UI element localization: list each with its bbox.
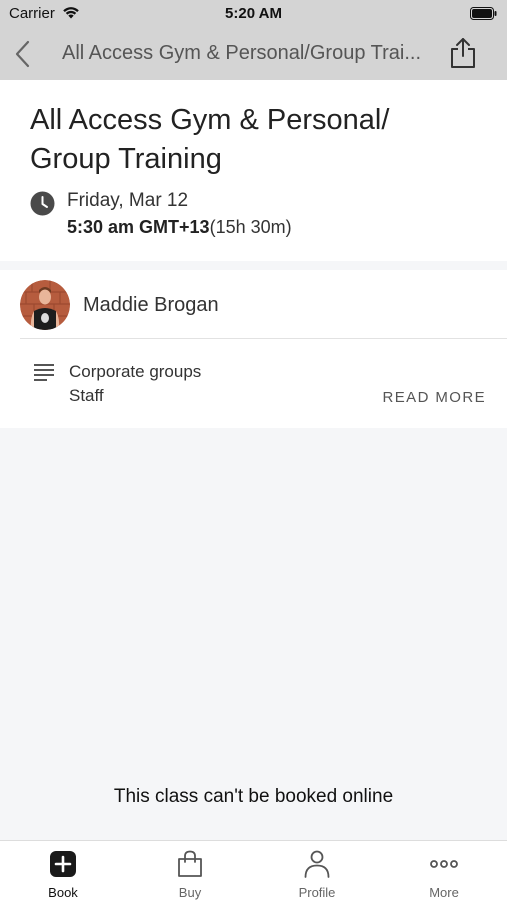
bottom-tab-bar: Book Buy Profile More	[0, 840, 507, 900]
instructor-name[interactable]: Maddie Brogan	[83, 294, 219, 317]
class-title: All Access Gym & Personal/ Group Trainin…	[30, 104, 390, 175]
tab-label: Profile	[298, 885, 336, 900]
read-more-link[interactable]: READ MORE	[383, 389, 486, 406]
description-lines-icon	[34, 364, 54, 381]
class-header-card: All Access Gym & Personal/ Group Trainin…	[0, 80, 507, 261]
tab-label: Buy	[178, 885, 202, 900]
class-time: 5:30 am GMT+13	[67, 217, 210, 237]
status-time: 5:20 AM	[225, 5, 282, 22]
battery-icon	[470, 7, 497, 20]
tab-label: More	[429, 885, 459, 900]
class-date: Friday, Mar 12	[67, 190, 189, 211]
class-detail-card: Maddie Brogan Corporate groups Staff REA…	[0, 270, 507, 428]
tab-buy[interactable]: Buy	[127, 841, 253, 900]
booking-unavailable-message: This class can't be booked online	[113, 786, 394, 807]
share-icon[interactable]	[449, 37, 477, 69]
status-bar: Carrier 5:20 AM	[0, 0, 507, 28]
more-dots-icon	[430, 860, 458, 868]
shopping-bag-icon	[178, 850, 202, 877]
tab-more[interactable]: More	[381, 841, 507, 900]
description-line-2: Staff	[69, 386, 104, 405]
navigation-bar: All Access Gym & Personal/Group Trai...	[0, 28, 507, 80]
tab-label: Book	[48, 885, 78, 900]
tab-profile[interactable]: Profile	[254, 841, 380, 900]
plus-square-icon	[50, 851, 76, 877]
back-chevron-icon[interactable]	[12, 39, 34, 69]
person-icon	[304, 850, 330, 878]
instructor-avatar[interactable]	[20, 280, 70, 330]
description-line-1: Corporate groups	[69, 362, 202, 381]
divider	[20, 338, 507, 339]
tab-book[interactable]: Book	[0, 841, 126, 900]
clock-icon	[30, 191, 55, 216]
class-time-line: 5:30 am GMT+13(15h 30m)	[67, 217, 292, 238]
class-duration: (15h 30m)	[209, 217, 292, 237]
nav-title: All Access Gym & Personal/Group Trai...	[62, 42, 422, 64]
